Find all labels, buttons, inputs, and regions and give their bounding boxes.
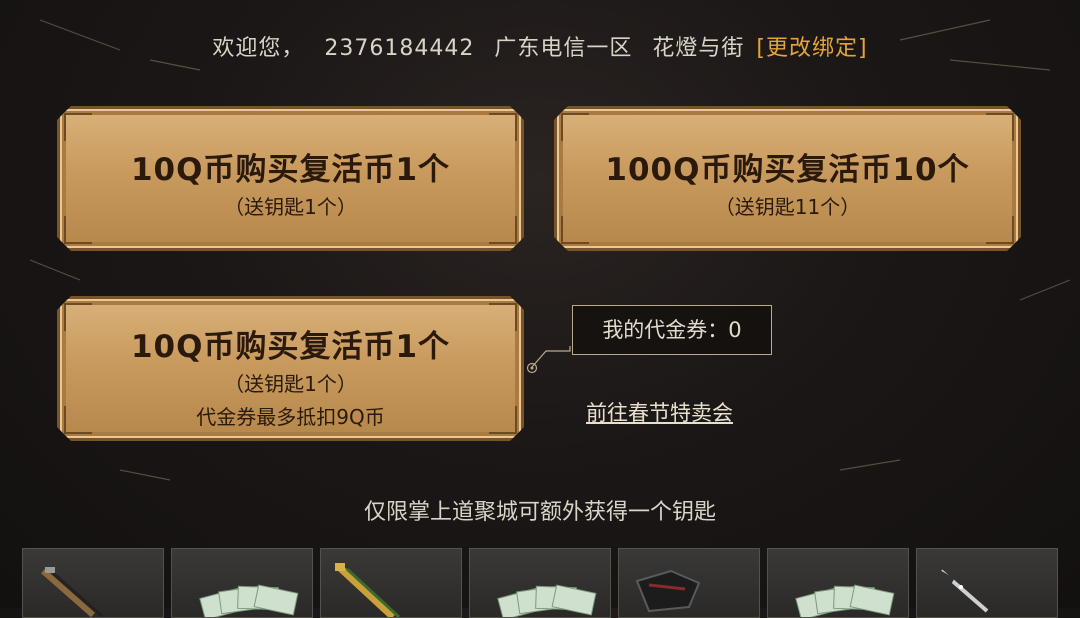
frame-corner	[489, 406, 517, 434]
frame-corner	[64, 113, 92, 141]
offer-subtitle: （送钥匙1个）	[224, 372, 357, 396]
buy-1-revive-coin-button[interactable]: 10Q币购买复活币1个 （送钥匙1个）	[57, 106, 524, 251]
offer-subtitle: （送钥匙11个）	[714, 195, 861, 219]
frame-corner	[986, 113, 1014, 141]
frame-corner	[64, 216, 92, 244]
offer-title: 10Q币购买复活币1个	[130, 329, 451, 365]
frame-corner	[489, 303, 517, 331]
buy-10-revive-coins-button[interactable]: 100Q币购买复活币10个 （送钥匙11个）	[554, 106, 1021, 251]
frame-corner	[64, 406, 92, 434]
welcome-text: 欢迎您，	[212, 36, 305, 61]
nickname: 花燈与街	[652, 36, 745, 61]
frame-corner	[489, 113, 517, 141]
frame-corner	[489, 216, 517, 244]
offer-title: 10Q币购买复活币1个	[130, 152, 451, 188]
welcome-bar: 欢迎您， 2376184442 广东电信一区 花燈与街 [更改绑定]	[0, 30, 1080, 62]
offer-subtitle: （送钥匙1个）	[224, 195, 357, 219]
frame-corner	[64, 303, 92, 331]
server-name: 广东电信一区	[494, 36, 633, 61]
frame-corner	[561, 113, 589, 141]
offer-title: 100Q币购买复活币10个	[605, 152, 970, 188]
app-exclusive-notice: 仅限掌上道聚城可额外获得一个钥匙	[363, 500, 716, 525]
voucher-connector	[526, 346, 571, 374]
frame-corner	[561, 216, 589, 244]
voucher-balance: 我的代金券：0	[572, 305, 772, 355]
account-id: 2376184442	[324, 36, 475, 61]
change-binding-link[interactable]: [更改绑定]	[756, 36, 867, 61]
spring-festival-sale-link[interactable]: 前往春节特卖会	[586, 397, 733, 427]
frame-corner	[986, 216, 1014, 244]
voucher-note: 代金券最多抵扣9Q币	[196, 405, 385, 429]
buy-with-voucher-button[interactable]: 10Q币购买复活币1个 （送钥匙1个） 代金券最多抵扣9Q币	[57, 296, 524, 441]
